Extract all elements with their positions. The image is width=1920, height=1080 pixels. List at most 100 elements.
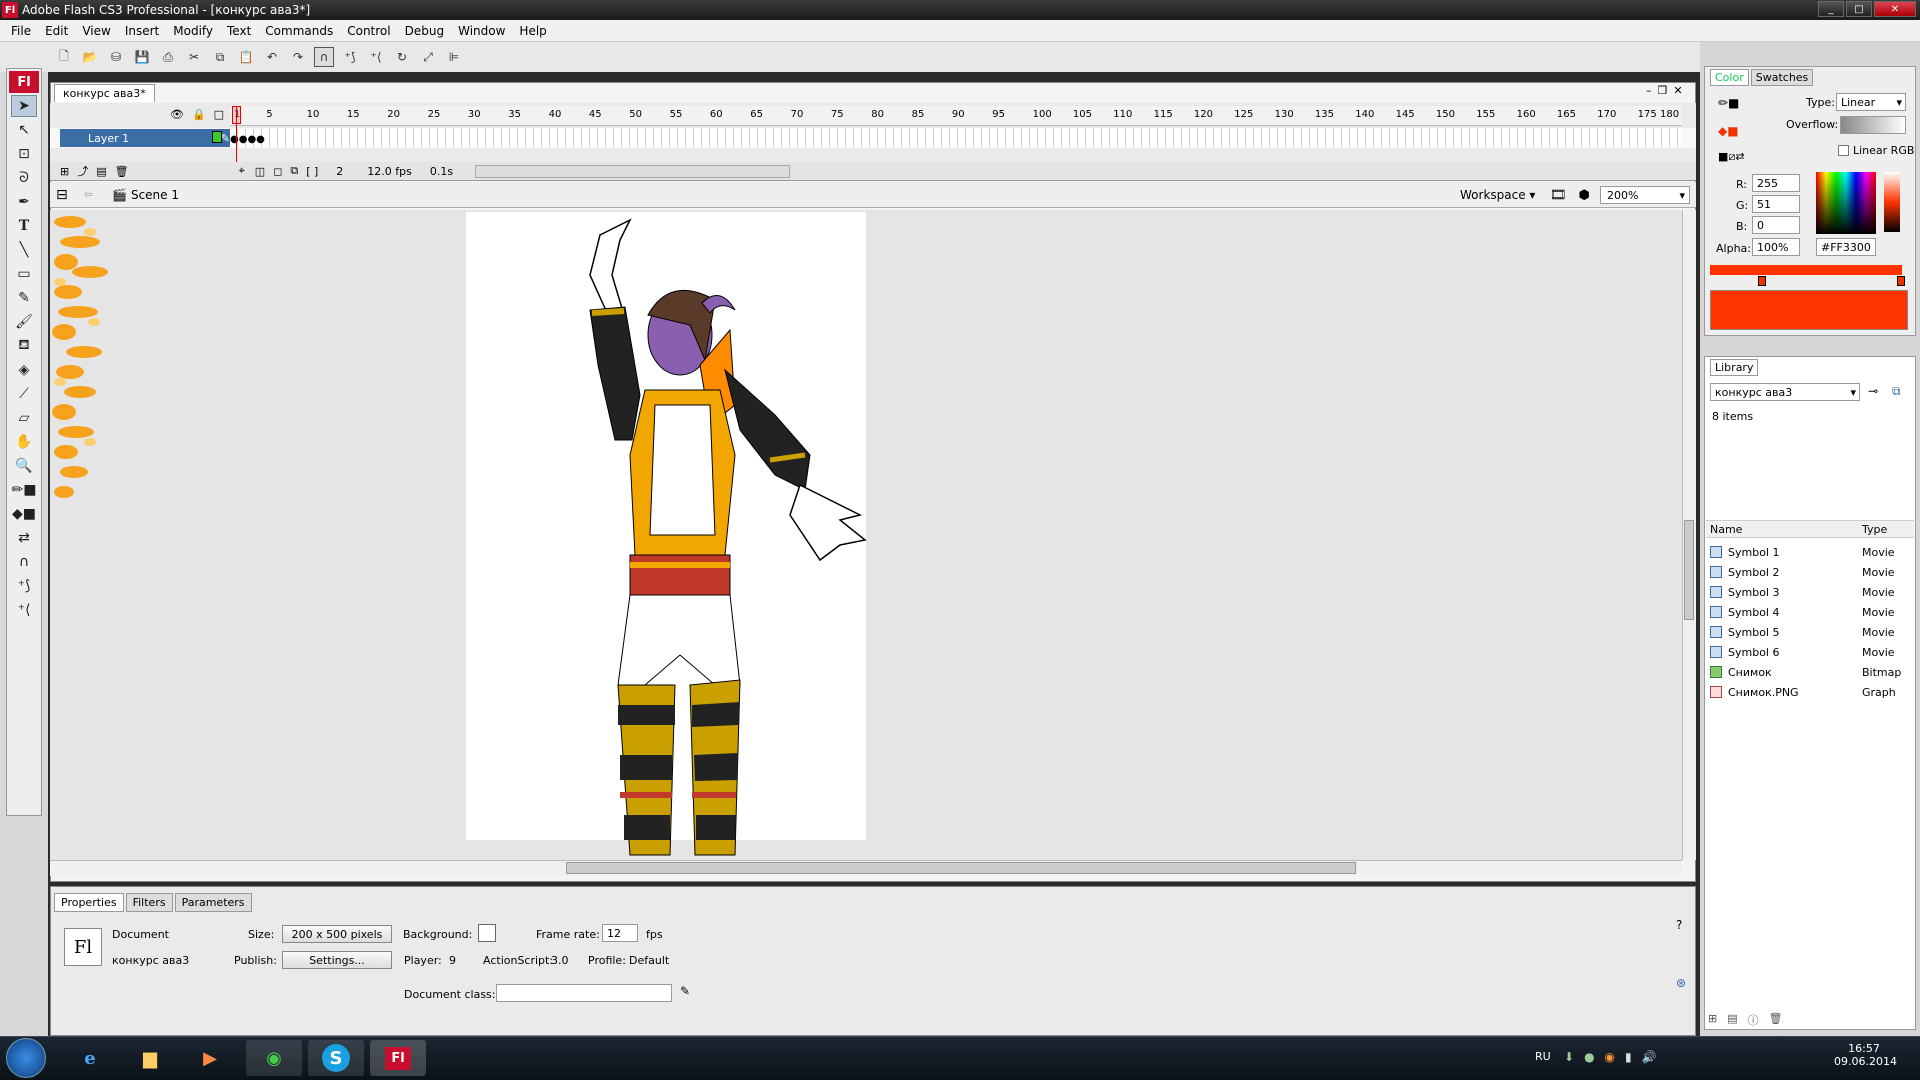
bridge-icon[interactable]: ⛁ (106, 47, 126, 67)
frames-strip[interactable] (230, 129, 1682, 147)
center-frame-icon[interactable]: ⌖ (239, 164, 245, 178)
onion-markers-icon[interactable]: [ ] (306, 165, 318, 178)
eye-icon[interactable]: 👁 (170, 108, 184, 121)
list-item[interactable]: Снимок.PNG Graph (1706, 682, 1902, 702)
chrome-icon[interactable]: ◉ (246, 1040, 302, 1076)
arrow-icon[interactable]: ➤ (11, 95, 37, 117)
back-arrow-icon[interactable]: ⇦ (84, 188, 93, 201)
doc-restore-icon[interactable]: ❐ (1658, 84, 1668, 97)
rotate-icon[interactable]: ↻ (392, 47, 412, 67)
doc-minimize-icon[interactable]: – (1646, 84, 1652, 97)
new-folder-icon[interactable]: ▤ (1727, 1012, 1737, 1028)
color-spectrum[interactable] (1816, 172, 1876, 234)
straighten-icon[interactable]: ⁺⟨ (366, 47, 386, 67)
new-icon[interactable]: 🗋 (54, 47, 74, 67)
free-transform-icon[interactable]: ⊡ (11, 143, 37, 165)
menu-modify[interactable]: Modify (166, 24, 220, 38)
fill-color-icon[interactable]: ◆■ (11, 503, 37, 525)
hand-icon[interactable]: ✋ (11, 431, 37, 453)
add-folder-icon[interactable]: ▤ (96, 165, 106, 178)
g-input[interactable]: 51 (1752, 195, 1800, 213)
skype-icon[interactable]: S (308, 1040, 364, 1076)
start-button[interactable] (6, 1038, 46, 1078)
linear-rgb-option[interactable]: Linear RGB (1838, 144, 1914, 157)
download-icon[interactable]: ⬇ (1564, 1050, 1574, 1064)
list-item[interactable]: Symbol 5 Movie (1706, 622, 1902, 642)
tab-filters[interactable]: Filters (125, 893, 173, 912)
document-tab[interactable]: конкурс ава3* (54, 84, 155, 102)
list-item[interactable]: Symbol 6 Movie (1706, 642, 1902, 662)
size-button[interactable]: 200 x 500 pixels (282, 925, 392, 943)
list-item[interactable]: Symbol 4 Movie (1706, 602, 1902, 622)
settings-button[interactable]: Settings... (282, 951, 392, 969)
help-icon[interactable]: ? (1676, 918, 1682, 932)
list-item[interactable]: Symbol 3 Movie (1706, 582, 1902, 602)
internet-explorer-icon[interactable]: e (62, 1040, 118, 1076)
flash-icon[interactable]: Fl (370, 1040, 426, 1076)
zoom-icon[interactable]: 🔍 (11, 455, 37, 477)
tab-parameters[interactable]: Parameters (174, 893, 252, 912)
stage-horizontal-scroll-thumb[interactable] (566, 862, 1356, 874)
list-item[interactable]: Symbol 2 Movie (1706, 562, 1902, 582)
tab-color[interactable]: Color (1710, 69, 1749, 86)
tab-library[interactable]: Library (1710, 359, 1759, 376)
ink-bottle-icon[interactable]: ⛾ (11, 335, 37, 357)
background-color-swatch[interactable] (478, 924, 496, 942)
alpha-input[interactable]: 100% (1752, 238, 1800, 256)
menu-help[interactable]: Help (512, 24, 553, 38)
r-input[interactable]: 255 (1752, 174, 1800, 192)
edit-scene-icon[interactable]: 🎞 (1550, 188, 1567, 203)
minimize-button[interactable]: _ (1818, 1, 1844, 17)
eyedropper-icon[interactable]: ⟋ (11, 383, 37, 405)
accessibility-icon[interactable]: ⊛ (1676, 976, 1686, 990)
menu-insert[interactable]: Insert (118, 24, 166, 38)
menu-control[interactable]: Control (340, 24, 397, 38)
copy-icon[interactable]: ⧉ (210, 47, 230, 67)
layer-outline-color-icon[interactable] (212, 131, 222, 143)
add-layer-icon[interactable]: ⊞ (60, 165, 69, 178)
lock-icon[interactable]: 🔒 (192, 108, 206, 121)
menu-window[interactable]: Window (451, 24, 512, 38)
properties-icon[interactable]: ⓘ (1748, 1012, 1759, 1028)
explorer-folder-icon[interactable]: ▆ (122, 1040, 178, 1076)
hex-input[interactable]: #FF3300 (1816, 238, 1876, 256)
swap-colors-icon[interactable]: ⇄ (11, 527, 37, 549)
pencil-icon[interactable]: ✎ (11, 287, 37, 309)
lasso-icon[interactable]: ᘐ (11, 167, 37, 189)
subselect-icon[interactable]: ↖ (11, 119, 37, 141)
delete-layer-icon[interactable]: 🗑 (115, 165, 129, 178)
cut-icon[interactable]: ✂ (184, 47, 204, 67)
security-icon[interactable]: ◉ (1605, 1050, 1615, 1064)
type-column-header[interactable]: Type (1862, 523, 1887, 536)
pen-icon[interactable]: ✒ (11, 191, 37, 213)
menu-view[interactable]: View (75, 24, 117, 38)
rectangle-icon[interactable]: ▭ (11, 263, 37, 285)
media-player-icon[interactable]: ▶ (182, 1040, 238, 1076)
app-tray-icon[interactable]: ● (1584, 1050, 1594, 1064)
line-icon[interactable]: ╲ (11, 239, 37, 261)
volume-icon[interactable]: 🔊 (1642, 1050, 1657, 1064)
gradient-stop-right[interactable] (1897, 276, 1905, 286)
new-library-panel-icon[interactable]: ⧉ (1892, 384, 1901, 399)
undo-icon[interactable]: ↶ (262, 47, 282, 67)
print-icon[interactable]: ⎙ (158, 47, 178, 67)
smooth-icon[interactable]: ⁺⟆ (340, 47, 360, 67)
name-column-header[interactable]: Name (1710, 523, 1742, 536)
gradient-bar[interactable] (1710, 265, 1902, 275)
frame-rate-input[interactable]: 12 (602, 924, 638, 942)
smooth-tool-icon[interactable]: ⁺⟆ (11, 575, 37, 597)
linear-rgb-checkbox[interactable] (1838, 145, 1849, 156)
straighten-tool-icon[interactable]: ⁺⟨ (11, 599, 37, 621)
library-document-select[interactable]: конкурс ава3 ▾ (1710, 383, 1860, 401)
snap-magnet-icon[interactable]: ∩ (314, 47, 334, 67)
stage-vertical-scroll-thumb[interactable] (1684, 520, 1694, 620)
menu-debug[interactable]: Debug (398, 24, 451, 38)
clock[interactable]: 16:57 09.06.2014 (1834, 1042, 1897, 1068)
fill-color-icon[interactable]: ◆■ (1718, 124, 1739, 138)
brush-icon[interactable]: 🖌 (11, 311, 37, 333)
list-item[interactable]: Снимок Bitmap (1706, 662, 1902, 682)
menu-text[interactable]: Text (220, 24, 258, 38)
zoom-select[interactable]: 200% ▾ (1600, 186, 1690, 204)
tab-swatches[interactable]: Swatches (1750, 69, 1814, 86)
color-swap-icons[interactable]: ■⧄⇄ (1718, 150, 1745, 164)
